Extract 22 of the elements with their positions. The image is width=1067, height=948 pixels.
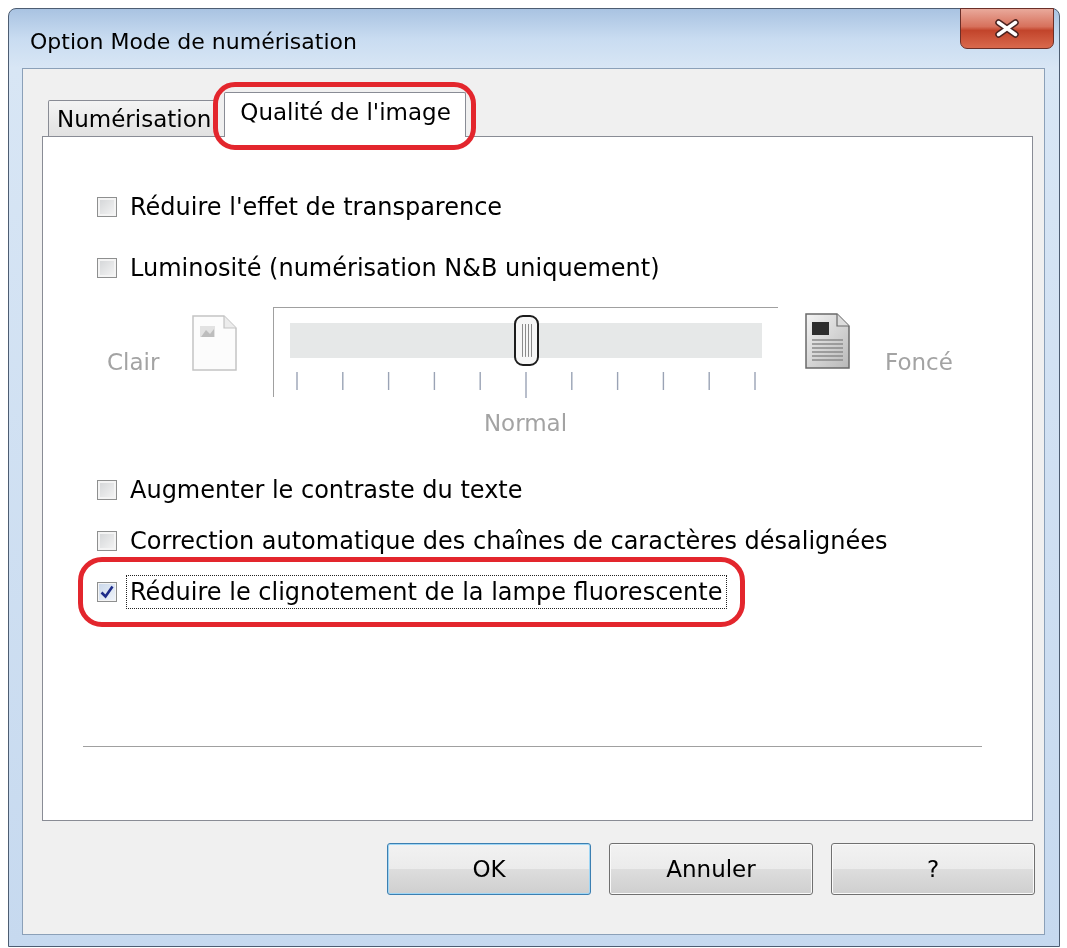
tab[interactable]: Qualité de l'image bbox=[224, 92, 466, 137]
checkbox[interactable] bbox=[97, 258, 117, 278]
slider-min-label: Clair bbox=[107, 348, 161, 376]
close-button[interactable] bbox=[960, 8, 1054, 49]
checkbox[interactable] bbox=[97, 582, 117, 602]
option-label[interactable]: Correction automatique des chaînes de caractères désalignées bbox=[126, 524, 892, 558]
checkbox[interactable] bbox=[97, 531, 117, 551]
document-icon bbox=[192, 315, 237, 371]
close-icon bbox=[994, 19, 1020, 38]
option-label[interactable]: Réduire l'effet de transparence bbox=[126, 190, 507, 224]
slider-max-label: Foncé bbox=[885, 348, 953, 376]
option-label[interactable]: Augmenter le contraste du texte bbox=[126, 473, 527, 507]
option-label[interactable]: Réduire le clignotement de la lampe fluorescente bbox=[126, 575, 727, 609]
dialog-button[interactable]: Annuler bbox=[609, 843, 813, 895]
option-label[interactable]: Luminosité (numérisation N&B uniquement) bbox=[126, 251, 664, 285]
dialog-button[interactable]: ? bbox=[831, 843, 1035, 895]
checkbox[interactable] bbox=[97, 197, 117, 217]
checkbox[interactable] bbox=[97, 480, 117, 500]
dialog-button[interactable]: OK bbox=[387, 843, 591, 895]
document-icon bbox=[805, 313, 850, 369]
window-title: Option Mode de numérisation bbox=[30, 28, 357, 56]
slider-center-label: Normal bbox=[483, 409, 568, 437]
